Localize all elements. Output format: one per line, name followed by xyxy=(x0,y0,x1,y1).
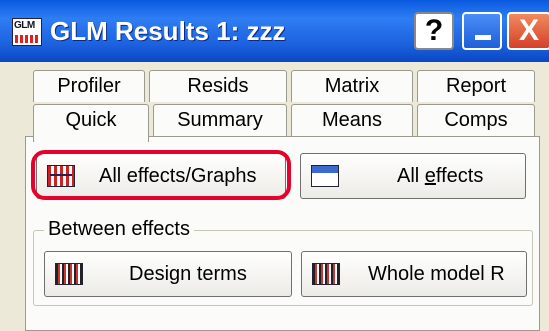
all-effects-button[interactable]: All effects xyxy=(300,153,526,199)
grid-table-icon xyxy=(55,263,83,285)
tab-means[interactable]: Means xyxy=(291,104,413,136)
tab-summary[interactable]: Summary xyxy=(153,104,287,136)
window-title: GLM Results 1: zzz xyxy=(50,16,286,46)
tab-profiler[interactable]: Profiler xyxy=(33,70,145,102)
tab-quick[interactable]: Quick xyxy=(33,104,149,142)
help-icon: ? xyxy=(424,14,444,47)
minimize-icon xyxy=(475,35,491,40)
app-icon-text: GLM xyxy=(14,20,35,31)
summary-table-icon xyxy=(311,165,339,187)
tab-comps[interactable]: Comps xyxy=(417,104,535,136)
design-terms-button[interactable]: Design terms xyxy=(44,251,292,297)
close-button[interactable]: X xyxy=(507,12,549,50)
red-highlight-outline xyxy=(31,150,291,200)
design-terms-label: Design terms xyxy=(129,263,247,285)
tab-resids[interactable]: Resids xyxy=(149,70,287,102)
all-effects-label: All effects xyxy=(397,165,484,187)
minimize-button[interactable] xyxy=(462,12,502,50)
grid-table-icon xyxy=(312,263,340,285)
app-icon-bars xyxy=(15,35,39,43)
tab-matrix[interactable]: Matrix xyxy=(291,70,413,102)
glm-results-window: GLM GLM Results 1: zzz ? X Profiler Resi… xyxy=(0,0,549,331)
tab-report[interactable]: Report xyxy=(417,70,535,102)
whole-model-r-label: Whole model R xyxy=(368,263,505,285)
close-icon: X xyxy=(518,14,539,47)
title-bar[interactable]: GLM GLM Results 1: zzz ? X xyxy=(0,0,549,62)
glm-app-icon[interactable]: GLM xyxy=(12,18,42,46)
whole-model-r-button[interactable]: Whole model R xyxy=(301,251,527,297)
between-effects-label: Between effects xyxy=(44,217,194,241)
help-button[interactable]: ? xyxy=(414,12,454,50)
